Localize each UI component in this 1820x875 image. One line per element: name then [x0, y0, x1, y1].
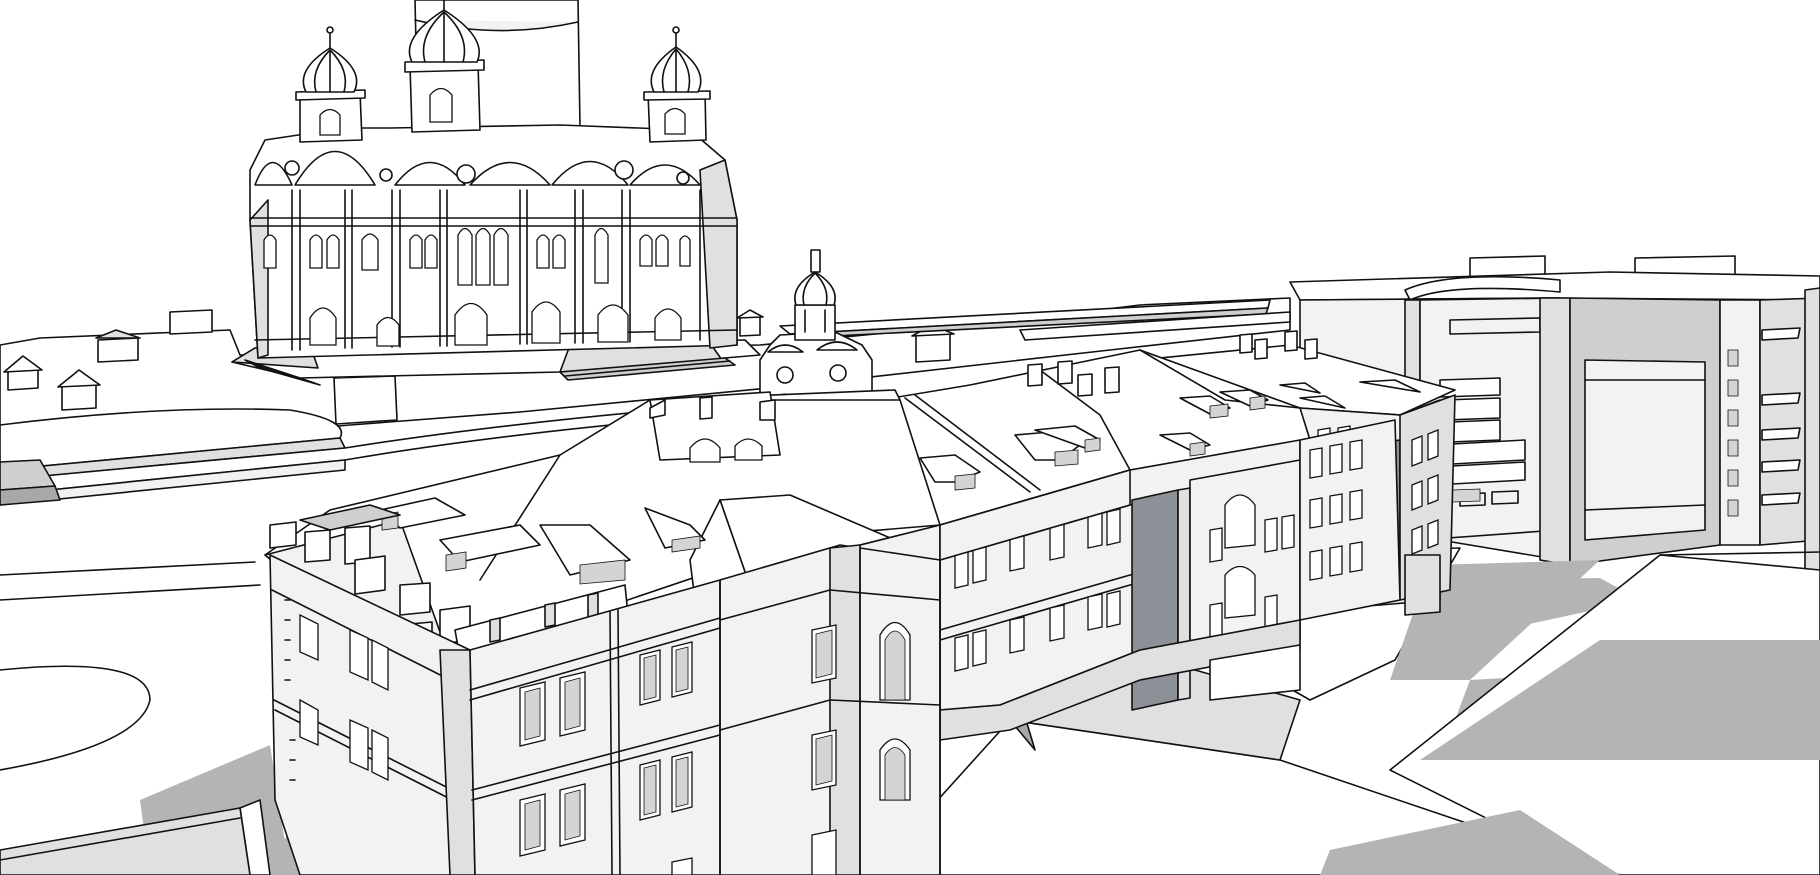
low-wall: [0, 799, 271, 875]
model-canvas[interactable]: [0, 0, 1820, 875]
cathedral-tower-right: [643, 26, 711, 143]
middle-east-windows: [1309, 439, 1363, 581]
cathedral-tower-left: [295, 26, 366, 143]
model-viewport[interactable]: [0, 0, 1820, 875]
cathedral: [231, 0, 761, 386]
